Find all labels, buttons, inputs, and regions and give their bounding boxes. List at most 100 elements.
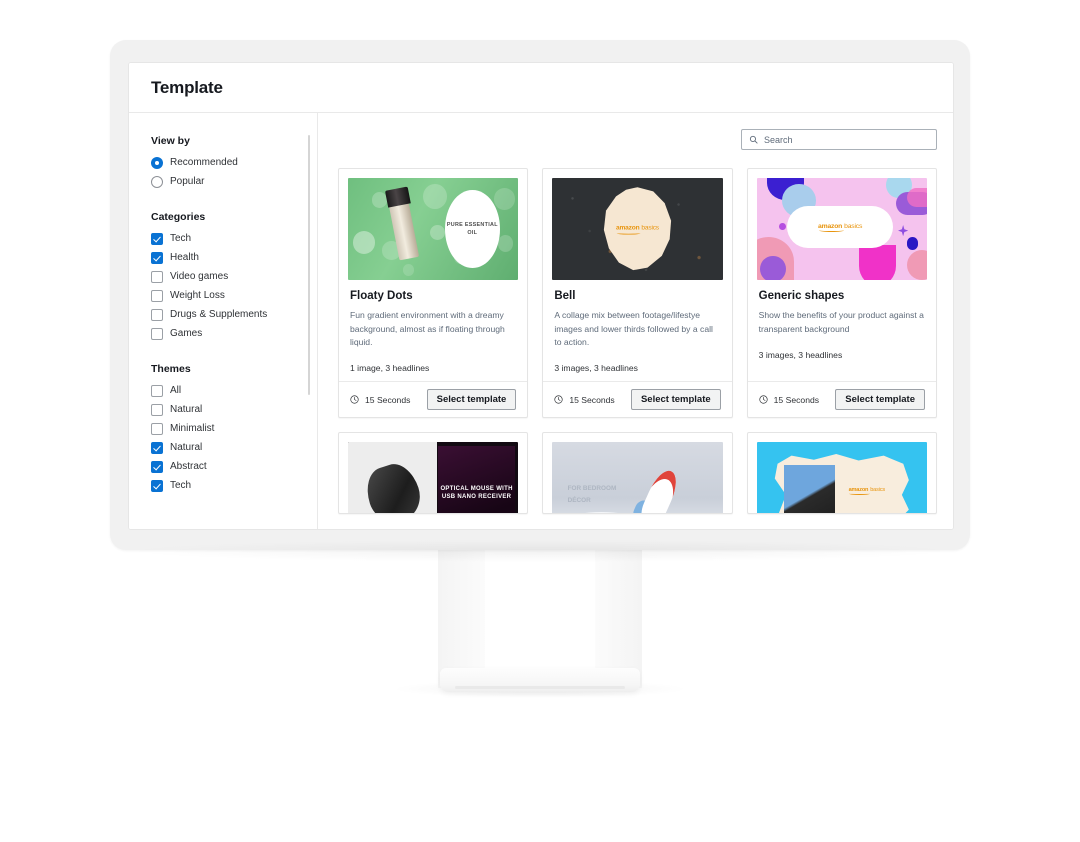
checkbox-icon-theme-natural-2[interactable] — [151, 442, 163, 454]
checkbox-label-health: Health — [170, 252, 199, 263]
filter-group-themes: Themes All Natural Minimalist Natural Ab… — [151, 363, 318, 495]
thumbnail-label-text: PURE ESSENTIAL OIL — [446, 221, 498, 237]
checkbox-icon-games[interactable] — [151, 328, 163, 340]
monitor-bezel: Template View by Recommended Popular Cat… — [110, 40, 970, 550]
checkbox-option-theme-natural-1[interactable]: Natural — [151, 401, 318, 419]
checkbox-icon-drugs-supplements[interactable] — [151, 309, 163, 321]
filter-sidebar: View by Recommended Popular Categories T… — [129, 113, 318, 529]
template-card-bell[interactable]: amazon basics Bell A collage mix between… — [542, 168, 733, 419]
checkbox-icon-theme-tech[interactable] — [151, 480, 163, 492]
template-thumbnail-bedroom-decor: FOR BEDROOM DÉCOR — [552, 442, 723, 514]
filter-group-categories: Categories Tech Health Video games Weigh… — [151, 211, 318, 343]
radio-icon-recommended[interactable] — [151, 157, 163, 169]
checkbox-label-theme-natural-2: Natural — [170, 442, 203, 453]
rocket-graphic — [637, 466, 682, 514]
checkbox-option-games[interactable]: Games — [151, 325, 318, 343]
select-template-button[interactable]: Select template — [835, 389, 925, 411]
card-body: Generic shapes Show the benefits of your… — [748, 280, 936, 381]
checkbox-icon-theme-minimalist[interactable] — [151, 423, 163, 435]
template-duration: 15 Seconds — [554, 394, 615, 405]
select-template-button[interactable]: Select template — [630, 389, 721, 411]
thumbnail-wrapper: FOR BEDROOM DÉCOR — [543, 433, 731, 514]
radio-label-recommended: Recommended — [170, 157, 238, 168]
card-body: Floaty Dots Fun gradient environment wit… — [339, 280, 527, 381]
bedroom-headline: FOR BEDROOM DÉCOR — [568, 483, 617, 506]
template-card-floaty-dots[interactable]: PURE ESSENTIAL OIL Floaty Dots Fun gradi… — [338, 168, 529, 419]
checkbox-option-drugs-supplements[interactable]: Drugs & Supplements — [151, 306, 318, 324]
checkbox-label-theme-tech: Tech — [170, 480, 192, 491]
bedroom-headline-line2: DÉCOR — [567, 496, 591, 504]
checkbox-option-tech[interactable]: Tech — [151, 230, 318, 248]
clock-icon — [554, 395, 563, 404]
logo-basics-text: basics — [641, 224, 659, 232]
mouse-headline-panel: OPTICAL MOUSE WITH USB NANO RECEIVER — [438, 446, 515, 514]
thumbnail-wrapper: amazon basics — [543, 169, 731, 281]
radio-icon-popular[interactable] — [151, 176, 163, 188]
template-gallery: Search PURE ESSENTIAL OIL Floaty Dots Fu… — [318, 113, 953, 529]
template-duration-text: 15 Seconds — [773, 394, 820, 405]
checkbox-label-games: Games — [170, 328, 203, 339]
template-assets: 1 image, 3 headlines — [350, 363, 430, 374]
checkbox-icon-tech[interactable] — [151, 233, 163, 245]
checkbox-icon-weight-loss[interactable] — [151, 290, 163, 302]
filter-group-view-by: View by Recommended Popular — [151, 135, 318, 191]
card-footer: 15 Seconds Select template — [747, 381, 936, 417]
amazon-basics-logo: amazon basics — [616, 224, 659, 235]
checkbox-option-theme-minimalist[interactable]: Minimalist — [151, 420, 318, 438]
categories-heading: Categories — [151, 211, 206, 223]
checkbox-icon-theme-abstract[interactable] — [151, 461, 163, 473]
sidebar-scrollbar[interactable] — [308, 135, 310, 395]
product-photo-graphic — [783, 464, 835, 514]
template-thumbnail-very: amazon basics Very — [756, 442, 927, 514]
thumbnail-art-rocket: FOR BEDROOM DÉCOR — [552, 442, 723, 514]
logo-basics-text: basics — [870, 487, 885, 494]
themes-heading: Themes — [151, 363, 191, 375]
template-card-generic-shapes[interactable]: amazon basics Generic shapes Show the be… — [746, 168, 937, 419]
search-row: Search — [338, 129, 937, 150]
template-thumbnail-bell: amazon basics — [552, 178, 723, 281]
template-title: Bell — [554, 290, 576, 303]
checkbox-option-theme-all[interactable]: All — [151, 382, 318, 400]
checkbox-option-theme-natural-2[interactable]: Natural — [151, 439, 318, 457]
thumbnail-art-dark-texture: amazon basics — [552, 178, 723, 281]
template-thumbnail-generic-shapes: amazon basics — [756, 178, 927, 281]
checkbox-option-video-games[interactable]: Video games — [151, 268, 318, 286]
checkbox-option-theme-tech[interactable]: Tech — [151, 477, 318, 495]
checkbox-icon-video-games[interactable] — [151, 271, 163, 283]
template-assets: 3 images, 3 headlines — [554, 363, 638, 374]
checkbox-icon-health[interactable] — [151, 252, 163, 264]
radio-option-recommended[interactable]: Recommended — [151, 154, 318, 172]
checkbox-icon-theme-all[interactable] — [151, 385, 163, 397]
thumbnail-wrapper: PURE ESSENTIAL OIL — [339, 169, 527, 281]
template-title: Floaty Dots — [350, 290, 413, 303]
thumbnail-wrapper: OPTICAL MOUSE WITH USB NANO RECEIVER — [339, 433, 527, 514]
thumbnail-wrapper: amazon basics Very — [748, 433, 936, 514]
checkbox-option-theme-abstract[interactable]: Abstract — [151, 458, 318, 476]
template-duration: 15 Seconds — [759, 395, 819, 405]
checkbox-option-health[interactable]: Health — [151, 249, 318, 267]
bottle-cap-graphic — [384, 186, 411, 208]
template-thumbnail-optical-mouse: OPTICAL MOUSE WITH USB NANO RECEIVER — [348, 442, 519, 514]
checkbox-option-weight-loss[interactable]: Weight Loss — [151, 287, 318, 305]
template-thumbnail-floaty-dots: PURE ESSENTIAL OIL — [348, 178, 519, 281]
template-duration-text: 15 Seconds — [365, 394, 411, 405]
app-header: Template — [129, 63, 953, 113]
template-card-bedroom-decor[interactable]: FOR BEDROOM DÉCOR — [542, 432, 733, 515]
checkbox-icon-theme-natural-1[interactable] — [151, 404, 163, 416]
page-title: Template — [151, 77, 223, 97]
checkbox-label-video-games: Video games — [170, 271, 229, 282]
template-grid-row-2: OPTICAL MOUSE WITH USB NANO RECEIVER FOR… — [338, 432, 937, 515]
clock-icon — [759, 395, 768, 404]
select-template-button[interactable]: Select template — [426, 389, 517, 411]
template-card-optical-mouse[interactable]: OPTICAL MOUSE WITH USB NANO RECEIVER — [338, 432, 529, 515]
monitor-screen: Template View by Recommended Popular Cat… — [128, 62, 954, 530]
checkbox-label-theme-abstract: Abstract — [170, 461, 207, 472]
thumbnail-wrapper: amazon basics — [748, 169, 936, 281]
clock-icon — [350, 395, 359, 404]
card-footer: 15 Seconds Select template — [543, 381, 732, 417]
template-duration-text: 15 Seconds — [569, 394, 615, 405]
search-input[interactable]: Search — [741, 129, 937, 150]
template-card-very[interactable]: amazon basics Very — [746, 432, 937, 515]
amazon-basics-logo: amazon basics — [818, 223, 862, 233]
radio-option-popular[interactable]: Popular — [151, 173, 318, 191]
